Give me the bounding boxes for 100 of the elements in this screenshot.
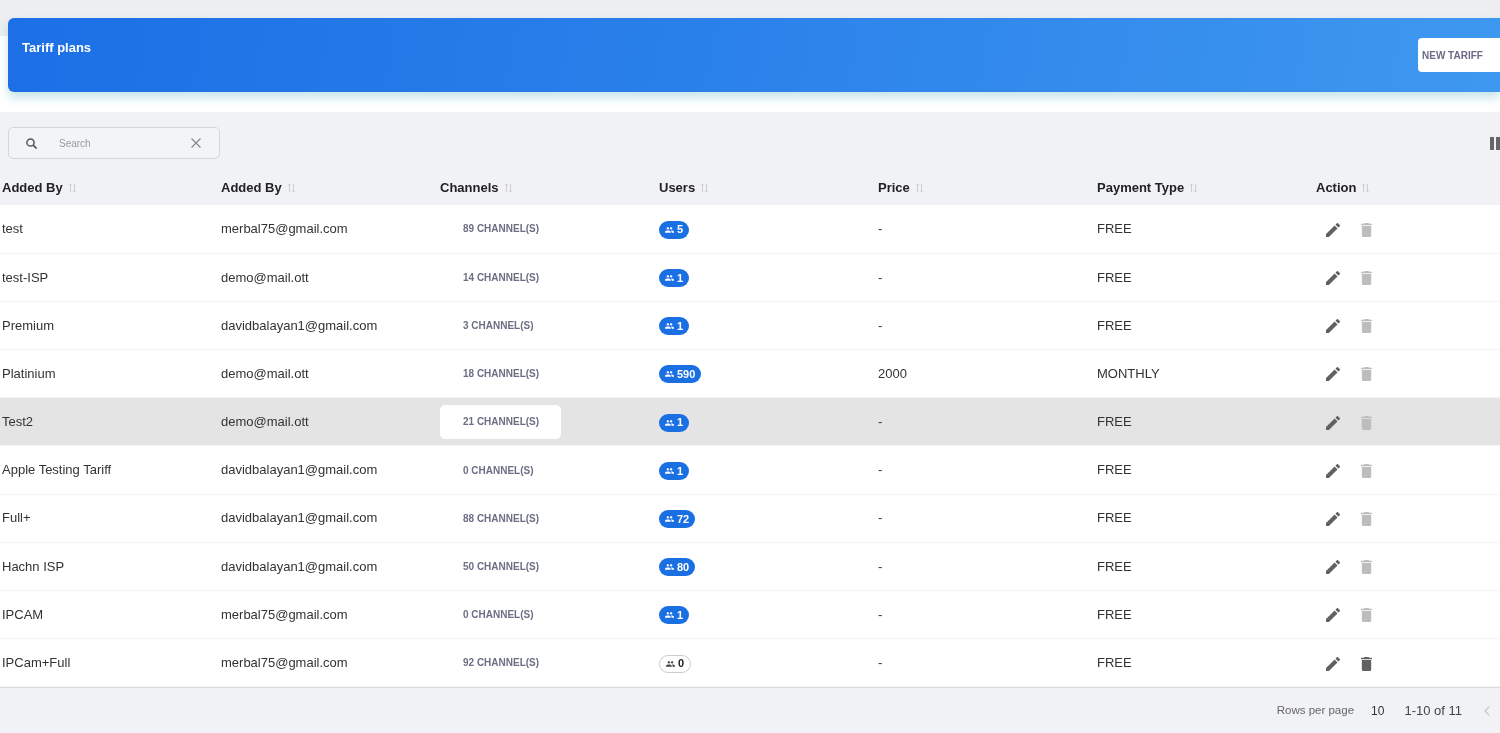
table-cell: davidbalayan1@gmail.com	[221, 558, 378, 574]
user-count-badge[interactable]: 1	[659, 606, 690, 625]
people-icon	[665, 419, 674, 426]
table-cell: Hachn ISP	[2, 558, 65, 574]
user-count: 80	[677, 559, 690, 575]
people-icon	[665, 612, 674, 619]
new-tariff-button[interactable]: NEW TARIFF	[1418, 38, 1500, 72]
column-header[interactable]: Users	[659, 179, 696, 195]
pencil-icon[interactable]	[1326, 656, 1340, 671]
close-icon[interactable]	[191, 138, 201, 148]
table-row[interactable]: Hachn ISP davidbalayan1@gmail.com 50 CHANNEL(S) 80 - FREE	[0, 542, 1500, 591]
table-row[interactable]: Apple Testing Tariff davidbalayan1@gmail.com 0 CHANNEL(S) 1 - FREE	[0, 445, 1500, 495]
sort-icon[interactable]	[68, 182, 76, 193]
user-count-badge[interactable]: 0	[659, 654, 692, 673]
channels-button[interactable]: 21 CHANNEL(S)	[440, 404, 561, 439]
column-header[interactable]: Channels	[440, 179, 499, 195]
people-icon	[665, 467, 674, 474]
table-cell: -	[878, 269, 883, 285]
people-icon	[665, 275, 674, 282]
user-count: 1	[677, 415, 684, 431]
column-header[interactable]: Added By	[2, 179, 63, 195]
user-count-badge[interactable]: 5	[659, 220, 690, 239]
columns-icon[interactable]	[1490, 136, 1500, 150]
table-cell: test-ISP	[2, 269, 49, 285]
table-row[interactable]: IPCam+Full merbal75@gmail.com 92 CHANNEL(S) 0 - FREE	[0, 638, 1500, 687]
people-icon	[665, 323, 674, 330]
table-row[interactable]: test-ISP demo@mail.ott 14 CHANNEL(S) 1 - FREE	[0, 253, 1500, 302]
user-count-badge[interactable]: 1	[659, 413, 690, 432]
page-title: Tariff plans	[22, 40, 92, 56]
table-row[interactable]: Premium davidbalayan1@gmail.com 3 CHANNEL(S) 1 - FREE	[0, 301, 1500, 350]
people-icon	[665, 516, 674, 522]
user-count-badge[interactable]: 72	[659, 510, 696, 528]
user-count-badge[interactable]: 1	[659, 269, 690, 288]
user-count: 1	[677, 608, 684, 624]
sort-icon[interactable]	[287, 182, 295, 193]
pencil-icon[interactable]	[1326, 512, 1340, 527]
rows-per-page-select[interactable]: 10	[1371, 701, 1385, 720]
user-count-badge[interactable]: 1	[659, 317, 690, 336]
table-cell: davidbalayan1@gmail.com	[221, 462, 378, 478]
table-cell: IPCam+Full	[2, 655, 71, 671]
pencil-icon[interactable]	[1326, 319, 1340, 334]
column-header[interactable]: Price	[878, 179, 910, 195]
table-cell: IPCAM	[2, 606, 44, 622]
table-cell: FREE	[1097, 462, 1132, 478]
table-cell: merbal75@gmail.com	[221, 606, 348, 622]
chevron-left-icon[interactable]	[1484, 705, 1490, 716]
table-cell: FREE	[1097, 655, 1132, 671]
pencil-icon[interactable]	[1326, 271, 1340, 286]
pencil-icon[interactable]	[1326, 463, 1340, 478]
table-cell: demo@mail.ott	[221, 269, 309, 285]
people-icon	[665, 564, 674, 571]
table-row[interactable]: Platinium demo@mail.ott 18 CHANNEL(S) 590 2000 MONTHLY	[0, 349, 1500, 398]
sort-icon[interactable]	[701, 182, 709, 193]
table-cell: Full+	[2, 510, 31, 526]
table-cell: FREE	[1097, 606, 1132, 622]
user-count: 72	[677, 511, 690, 527]
search-icon	[26, 137, 37, 149]
rows-per-page-label: Rows per page	[1276, 703, 1355, 719]
table-cell: demo@mail.ott	[221, 365, 309, 381]
column-header[interactable]: Added By	[221, 179, 282, 195]
trash-icon[interactable]	[1361, 656, 1372, 671]
table-cell: 2000	[878, 365, 907, 381]
user-count-badge[interactable]: 1	[659, 461, 690, 480]
sort-icon[interactable]	[1190, 182, 1198, 193]
table-cell: -	[878, 317, 883, 333]
pencil-icon[interactable]	[1326, 560, 1340, 575]
pencil-icon[interactable]	[1326, 415, 1340, 430]
pencil-icon[interactable]	[1326, 367, 1340, 382]
sort-icon[interactable]	[504, 182, 512, 193]
user-count: 0	[678, 656, 685, 672]
table-cell: FREE	[1097, 221, 1132, 237]
table-cell: -	[878, 414, 883, 430]
table-cell: Apple Testing Tariff	[2, 462, 112, 478]
table-cell: FREE	[1097, 510, 1132, 526]
column-header[interactable]: Action	[1316, 179, 1357, 195]
table-cell: merbal75@gmail.com	[221, 655, 348, 671]
table-row[interactable]: Test2 demo@mail.ott 21 CHANNEL(S) 1 - FREE	[0, 397, 1500, 446]
user-count-badge[interactable]: 590	[659, 365, 702, 384]
table-cell: FREE	[1097, 317, 1132, 333]
table-cell: test	[2, 221, 23, 237]
user-count: 1	[677, 463, 684, 479]
table-cell: -	[878, 221, 883, 237]
pencil-icon[interactable]	[1326, 608, 1340, 623]
table-cell: -	[878, 462, 883, 478]
user-count-badge[interactable]: 80	[659, 558, 696, 577]
sort-icon[interactable]	[915, 182, 923, 193]
table-row[interactable]: test merbal75@gmail.com 89 CHANNEL(S) 5 - FREE	[0, 205, 1500, 254]
sort-icon[interactable]	[1362, 182, 1370, 193]
user-count: 1	[677, 319, 684, 334]
table-cell: Premium	[2, 317, 54, 333]
user-count: 590	[677, 367, 696, 383]
table-cell: -	[878, 606, 883, 622]
table-cell: FREE	[1097, 414, 1132, 430]
search-field[interactable]: Search	[8, 127, 220, 159]
table-row[interactable]: Full+ davidbalayan1@gmail.com 88 CHANNEL(S) 72 - FREE	[0, 494, 1500, 543]
table-cell: MONTHLY	[1097, 365, 1160, 381]
table-cell: Test2	[2, 414, 34, 430]
column-header[interactable]: Payment Type	[1097, 179, 1185, 195]
table-row[interactable]: IPCAM merbal75@gmail.com 0 CHANNEL(S) 1 - FREE	[0, 590, 1500, 639]
pencil-icon[interactable]	[1326, 222, 1340, 237]
